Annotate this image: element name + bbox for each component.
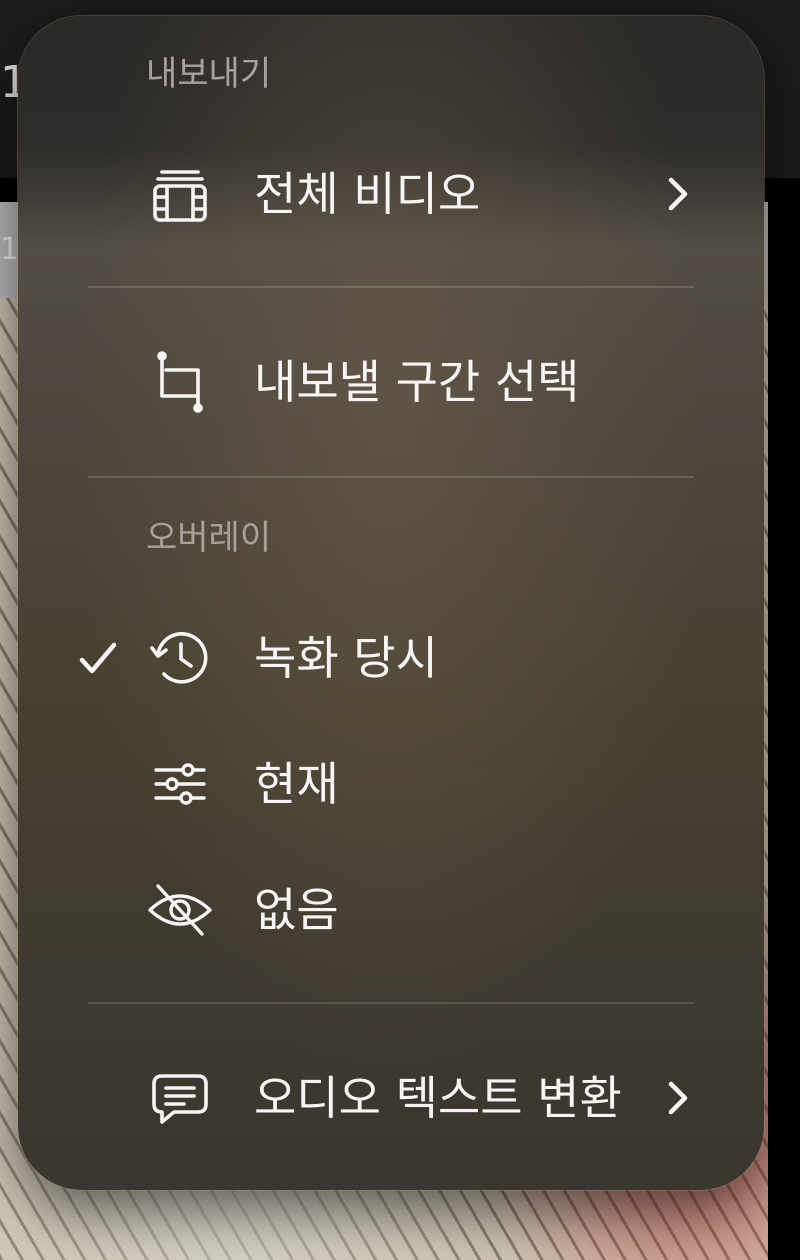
- background-strip-text: 1: [0, 232, 20, 267]
- history-clock-icon: [148, 626, 212, 690]
- menu-item-overlay-at-recording-label: 녹화 당시: [254, 631, 438, 685]
- menu-item-overlay-at-recording[interactable]: 녹화 당시: [18, 608, 764, 708]
- menu-item-full-video-label: 전체 비디오: [254, 167, 481, 221]
- export-context-menu: 내보내기 전체 비디오 내보낼 구간 선택 오버레이 녹화 당시 현재 없음 오…: [18, 16, 764, 1190]
- screen: 1 1 내보내기 전체 비디오 내보낼 구간 선택 오버레이 녹화 당시 현재 …: [0, 0, 800, 1260]
- menu-divider: [88, 1002, 694, 1004]
- film-stack-icon: [148, 162, 212, 226]
- eye-slash-icon: [148, 878, 212, 942]
- menu-item-overlay-none-label: 없음: [254, 883, 339, 937]
- menu-item-full-video[interactable]: 전체 비디오: [18, 144, 764, 244]
- sliders-icon: [148, 752, 212, 816]
- menu-divider: [88, 476, 694, 478]
- chevron-right-icon: [660, 172, 694, 216]
- menu-item-overlay-none[interactable]: 없음: [18, 860, 764, 960]
- menu-divider: [88, 286, 694, 288]
- menu-item-select-range[interactable]: 내보낼 구간 선택: [18, 332, 764, 432]
- menu-item-overlay-current[interactable]: 현재: [18, 734, 764, 834]
- chevron-right-icon: [660, 1076, 694, 1120]
- overlay-section-header: 오버레이: [146, 518, 272, 558]
- menu-item-transcribe-audio[interactable]: 오디오 텍스트 변환: [18, 1048, 764, 1148]
- menu-item-select-range-label: 내보낼 구간 선택: [254, 355, 580, 409]
- export-section-header: 내보내기: [146, 54, 272, 94]
- checkmark-icon: [76, 636, 120, 680]
- background-edge: [768, 178, 800, 1260]
- crop-icon: [148, 350, 212, 414]
- menu-item-transcribe-audio-label: 오디오 텍스트 변환: [254, 1071, 622, 1125]
- speech-bubble-icon: [148, 1066, 212, 1130]
- menu-item-overlay-current-label: 현재: [254, 757, 339, 811]
